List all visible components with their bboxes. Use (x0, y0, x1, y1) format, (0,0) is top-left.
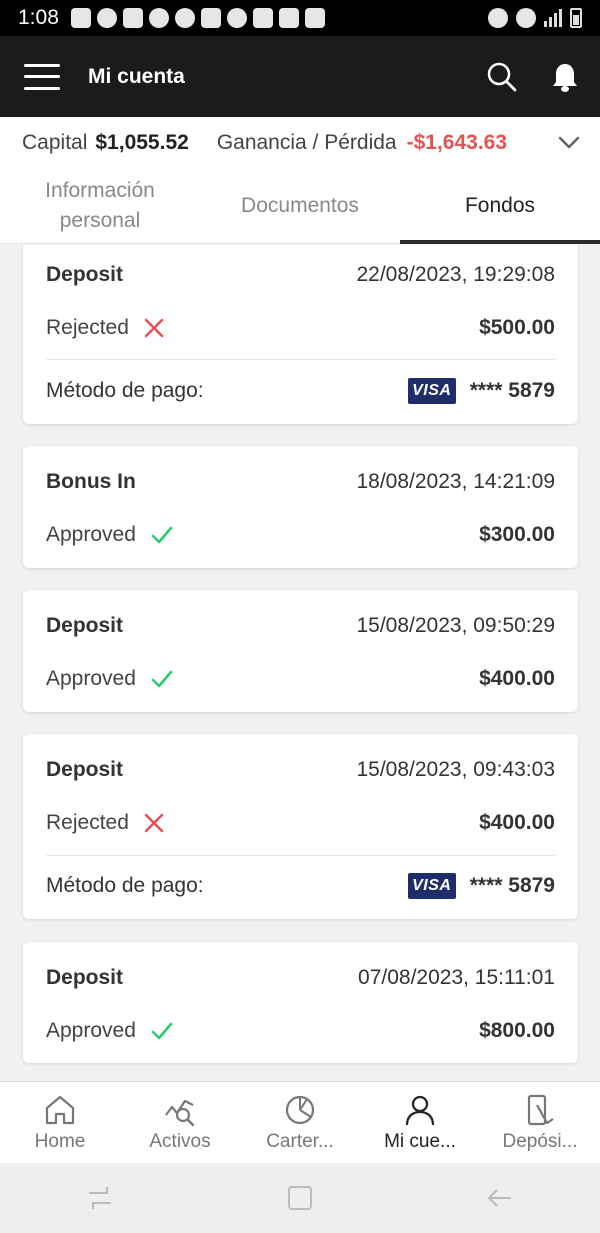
profit-loss-value: -$1,643.63 (406, 131, 508, 154)
battery-icon (570, 8, 582, 28)
transaction-type: Deposit (46, 263, 124, 286)
approved-check-icon (151, 526, 173, 544)
transaction-datetime: 18/08/2023, 14:21:09 (356, 470, 555, 493)
transaction-card[interactable]: Deposit 22/08/2023, 19:29:08 Rejected $5… (23, 245, 578, 424)
deposit-icon (527, 1094, 554, 1125)
card-number: **** 5879 (469, 874, 555, 897)
visa-logo: VISA (407, 378, 456, 404)
transaction-status: Approved (46, 1019, 136, 1042)
transaction-card[interactable]: Deposit 15/08/2023, 09:43:03 Rejected $4… (23, 734, 578, 919)
recent-apps-icon[interactable] (85, 1183, 115, 1213)
app-bar: Mi cuenta (0, 36, 600, 117)
transaction-type: Deposit (46, 758, 124, 781)
nav-deposit-label: Depósi... (502, 1130, 578, 1152)
divider (46, 359, 555, 360)
app-notification-icon (304, 8, 325, 28)
nav-portfolio[interactable]: Carter... (240, 1082, 360, 1163)
page-title: Mi cuenta (88, 64, 185, 88)
transaction-datetime: 07/08/2023, 15:11:01 (358, 966, 555, 989)
tab-funds[interactable]: Fondos (400, 169, 600, 243)
tab-documents[interactable]: Documentos (200, 169, 400, 243)
home-button-icon[interactable] (285, 1183, 315, 1213)
portfolio-pie-icon (285, 1095, 315, 1124)
status-bar: 1:08 (0, 0, 600, 36)
youtube-notification-icon (200, 8, 221, 28)
approved-check-icon (151, 1022, 173, 1040)
transaction-amount: $500.00 (479, 316, 555, 339)
nav-home-label: Home (34, 1130, 86, 1152)
transaction-datetime: 22/08/2023, 19:29:08 (356, 263, 555, 286)
tab-bar: Información personal Documentos Fondos (0, 169, 600, 244)
transaction-datetime: 15/08/2023, 09:43:03 (356, 758, 555, 781)
facebook-notification-icon (174, 8, 195, 28)
nav-my-account[interactable]: Mi cue... (360, 1082, 480, 1163)
search-icon[interactable] (486, 61, 518, 93)
transaction-status: Rejected (46, 811, 129, 834)
rejected-x-icon (144, 318, 164, 338)
wifi-icon (516, 8, 536, 28)
approved-check-icon (151, 670, 173, 688)
bottom-nav: Home Activos Carter... Mi cue... Depósi.… (0, 1081, 600, 1163)
capital-value: $1,055.52 (95, 131, 189, 154)
youtube-notification-icon (252, 8, 273, 28)
chevron-down-icon[interactable] (558, 136, 580, 150)
transaction-status: Approved (46, 523, 136, 546)
card-number: **** 5879 (469, 379, 555, 402)
transaction-datetime: 15/08/2023, 09:50:29 (356, 614, 555, 637)
account-summary[interactable]: Capital $1,055.52 Ganancia / Pérdida -$1… (0, 117, 600, 169)
transaction-card[interactable]: Deposit 07/08/2023, 15:11:01 Approved $8… (23, 942, 578, 1063)
menu-icon[interactable] (24, 63, 60, 90)
alarm-icon (488, 8, 508, 28)
divider (46, 855, 555, 856)
payment-method-label: Método de pago: (46, 379, 204, 402)
transactions-list[interactable]: Deposit 22/08/2023, 19:29:08 Rejected $5… (0, 245, 600, 1081)
gallery-notification-icon (278, 8, 299, 28)
back-arrow-icon[interactable] (485, 1183, 515, 1213)
transaction-amount: $400.00 (479, 667, 555, 690)
status-time: 1:08 (18, 6, 59, 29)
transaction-type: Deposit (46, 614, 124, 637)
transaction-status: Rejected (46, 316, 129, 339)
transaction-type: Deposit (46, 966, 124, 989)
transaction-card[interactable]: Deposit 15/08/2023, 09:50:29 Approved $4… (23, 590, 578, 712)
transaction-status: Approved (46, 667, 136, 690)
nav-deposit[interactable]: Depósi... (480, 1082, 600, 1163)
user-icon (405, 1095, 435, 1125)
nav-assets[interactable]: Activos (120, 1082, 240, 1163)
snapchat-notification-icon (96, 8, 117, 28)
profit-loss-label: Ganancia / Pérdida (216, 131, 397, 154)
transaction-amount: $800.00 (479, 1019, 555, 1042)
rejected-x-icon (144, 813, 164, 833)
tab-personal-info[interactable]: Información personal (0, 169, 200, 243)
transaction-type: Bonus In (46, 470, 136, 493)
nav-my-account-label: Mi cue... (384, 1130, 456, 1152)
nav-portfolio-label: Carter... (266, 1130, 334, 1152)
home-icon (45, 1095, 75, 1124)
system-nav-bar (0, 1163, 600, 1233)
payment-method-label: Método de pago: (46, 874, 204, 897)
visa-logo: VISA (407, 873, 456, 899)
transaction-amount: $400.00 (479, 811, 555, 834)
voicemail-notification-icon (122, 8, 143, 28)
bell-icon[interactable] (552, 62, 578, 92)
notification-icons (70, 8, 325, 28)
nav-home[interactable]: Home (0, 1082, 120, 1163)
youtube-notification-icon (70, 8, 91, 28)
capital-label: Capital (22, 131, 88, 154)
lock-notification-icon (148, 8, 169, 28)
assets-chart-icon (165, 1099, 195, 1126)
active-tab-indicator (400, 240, 600, 244)
nav-assets-label: Activos (149, 1130, 211, 1152)
transaction-amount: $300.00 (479, 523, 555, 546)
transaction-card[interactable]: Bonus In 18/08/2023, 14:21:09 Approved $… (23, 446, 578, 568)
signal-icon (544, 9, 562, 27)
tiktok-notification-icon (226, 8, 247, 28)
